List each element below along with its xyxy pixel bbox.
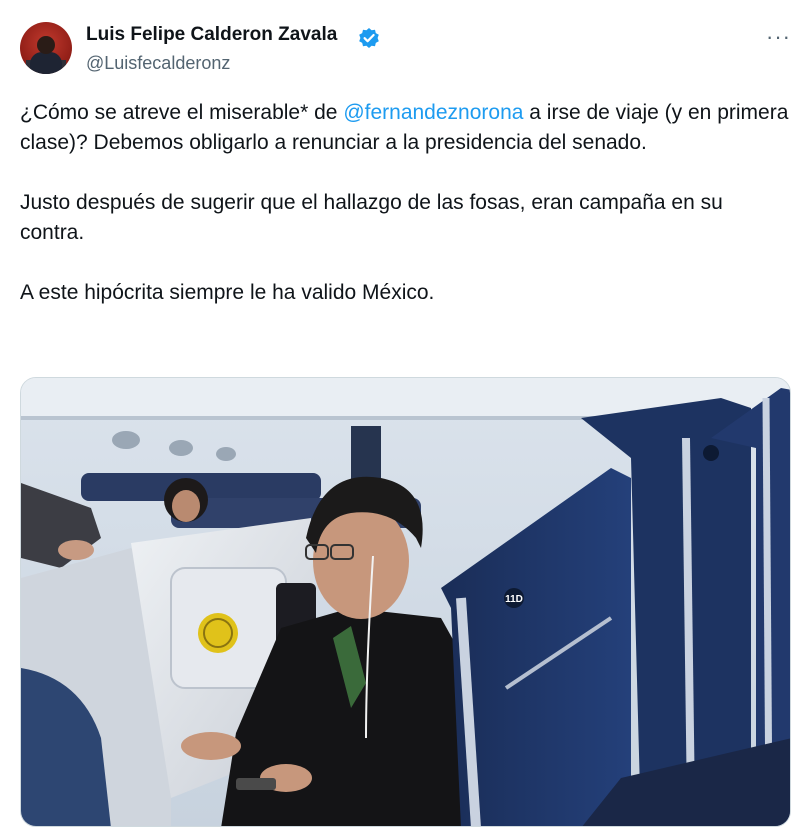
tweet-paragraph-1: ¿Cómo se atreve el miserable* de @fernan… (20, 98, 790, 158)
more-options-icon[interactable]: ··· (766, 24, 791, 50)
avatar[interactable] (20, 22, 72, 74)
verified-badge-icon (359, 28, 379, 48)
tweet-photo[interactable]: 11D (20, 377, 791, 827)
tweet-paragraph-3: A este hipócrita siempre le ha valido Mé… (20, 281, 435, 304)
mention-link[interactable]: @fernandeznorona (343, 101, 523, 124)
author-handle[interactable]: @Luisfecalderonz (86, 53, 230, 74)
tweet-text: ¿Cómo se atreve el miserable* de @fernan… (20, 98, 790, 308)
tweet-paragraph-2: Justo después de sugerir que el hallazgo… (20, 191, 723, 244)
tweet-text-start: ¿Cómo se atreve el miserable* de (20, 101, 344, 124)
author-name[interactable]: Luis Felipe Calderon Zavala (86, 24, 337, 46)
seat-number-label: 11D (505, 594, 523, 605)
